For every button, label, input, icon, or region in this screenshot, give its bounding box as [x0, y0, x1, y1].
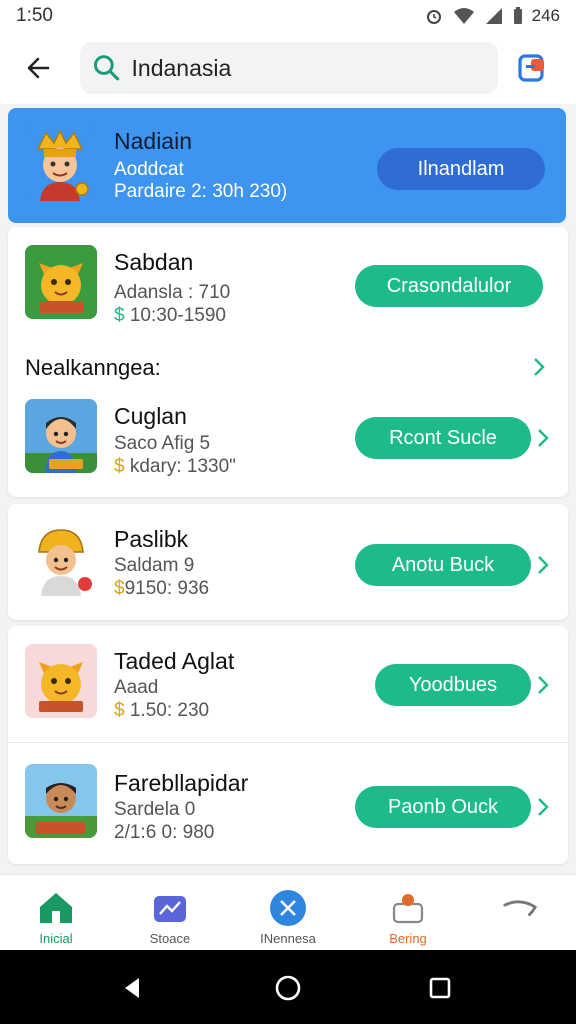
nav-center[interactable]: INennesa: [238, 875, 338, 951]
boy-avatar-icon: [25, 764, 97, 838]
featured-game-thumbnail: [24, 127, 96, 201]
chevron-right-icon[interactable]: [536, 675, 550, 695]
system-home-button[interactable]: [268, 968, 308, 1008]
helmet-kid-avatar-icon: [38, 529, 92, 596]
game-title: Paslibk: [114, 526, 189, 552]
chevron-right-icon[interactable]: [536, 555, 550, 575]
cat-avatar-icon: [25, 644, 97, 718]
chevron-right-icon[interactable]: [536, 797, 550, 817]
nav-bering-label: Bering: [389, 931, 427, 946]
profile-app-button[interactable]: [514, 50, 550, 86]
game-thumbnail: [25, 522, 97, 596]
nav-store-label: Stoace: [149, 931, 191, 946]
game-subtitle: Sardela 0: [114, 799, 196, 820]
game-details-text: kdary: 1330": [129, 456, 236, 477]
circle-home-icon: [275, 975, 301, 1001]
status-bar: 1:50 246: [0, 0, 576, 32]
featured-subtitle: Aoddcat: [114, 159, 184, 180]
status-icons: 246: [424, 6, 560, 26]
games-card-3: Taded Aglat Aaad $ 1.50: 230 Yoodbues Fa…: [8, 626, 568, 864]
status-time: 1:50: [16, 5, 53, 26]
game-details-text: 9150: 936: [124, 578, 210, 599]
nav-store[interactable]: Stoace: [120, 875, 220, 951]
currency-symbol: $: [114, 578, 125, 599]
square-recents-icon: [429, 977, 451, 999]
game-title: Cuglan: [114, 403, 187, 429]
game-details: 2/1:6 0: 980: [114, 822, 215, 843]
boy-avatar-icon: [25, 399, 97, 473]
featured-details: Pardaire 2: 30h 230): [114, 181, 288, 202]
game-thumbnail: [25, 245, 97, 319]
game-action-button[interactable]: Yoodbues: [375, 664, 531, 706]
game-thumbnail: [25, 399, 97, 473]
signal-icon: [485, 8, 502, 24]
game-list: Nadiain Aoddcat Pardaire 2: 30h 230) Iln…: [0, 104, 576, 874]
search-input[interactable]: [131, 54, 486, 82]
nav-home[interactable]: Inicial: [6, 875, 106, 951]
back-arrow-icon: [27, 57, 50, 79]
featured-action-button[interactable]: Ilnandlam: [377, 148, 545, 190]
game-subtitle: Aaad: [114, 677, 159, 698]
chart-card-icon: [151, 889, 189, 927]
game-thumbnail: [25, 764, 97, 838]
status-right-text: 246: [531, 6, 560, 25]
home-icon: [37, 889, 75, 927]
cat-avatar-icon: [25, 245, 97, 319]
alarm-icon: [426, 10, 441, 24]
game-details: $ 10:30-1590: [114, 305, 226, 327]
search-box[interactable]: [80, 42, 498, 94]
currency-symbol: $: [114, 305, 125, 326]
game-thumbnail: [25, 644, 97, 718]
nav-center-label: INennesa: [260, 931, 316, 946]
section-title: Nealkanngea:: [25, 355, 161, 380]
chevron-right-icon[interactable]: [532, 357, 546, 377]
nav-home-label: Inicial: [39, 931, 73, 946]
wifi-icon: [453, 8, 474, 24]
game-subtitle: Saldam 9: [114, 555, 195, 576]
row-divider: [8, 742, 568, 743]
curve-icon: [501, 889, 539, 927]
system-navigation-bar: [0, 950, 576, 1024]
compass-icon: [269, 889, 307, 927]
back-button[interactable]: [14, 44, 62, 92]
game-title: Sabdan: [114, 249, 194, 275]
game-subtitle: Adansla : 710: [114, 282, 231, 303]
currency-symbol: $: [114, 456, 125, 477]
search-icon: [93, 55, 120, 81]
game-title: Taded Aglat: [114, 648, 235, 674]
featured-card[interactable]: Nadiain Aoddcat Pardaire 2: 30h 230) Iln…: [8, 108, 566, 223]
game-action-button[interactable]: Crasondalulor: [355, 265, 543, 307]
chevron-right-icon[interactable]: [536, 428, 550, 448]
game-details: $9150: 936: [114, 578, 209, 600]
games-card-1: Sabdan Adansla : 710 $ 10:30-1590 Crason…: [8, 227, 568, 497]
nav-more[interactable]: [470, 875, 570, 951]
nav-bering[interactable]: Bering: [358, 875, 458, 951]
game-action-button[interactable]: Rcont Sucle: [355, 417, 531, 459]
system-back-button[interactable]: [112, 968, 152, 1008]
system-recents-button[interactable]: [420, 968, 460, 1008]
game-details-text: 10:30-1590: [129, 305, 227, 326]
games-card-2: Paslibk Saldam 9 $9150: 936 Anotu Buck: [8, 504, 568, 620]
game-details: $ kdary: 1330": [114, 456, 236, 478]
hero-avatar-icon: [36, 129, 89, 201]
brand-app-icon: [518, 54, 544, 82]
top-app-bar: [0, 32, 576, 104]
triangle-back-icon: [125, 978, 139, 998]
featured-title: Nadiain: [114, 128, 192, 154]
bottom-navigation: Inicial Stoace INennesa Bering: [0, 874, 576, 950]
game-details: $ 1.50: 230: [114, 700, 209, 722]
game-action-button[interactable]: Anotu Buck: [355, 544, 531, 586]
battery-icon: [513, 7, 522, 24]
currency-symbol: $: [114, 700, 125, 721]
game-subtitle: Saco Afig 5: [114, 433, 211, 454]
game-details-text: 1.50: 230: [129, 700, 210, 721]
gift-icon: [389, 889, 427, 927]
game-action-button[interactable]: Paonb Ouck: [355, 786, 531, 828]
game-title: Farebllapidar: [114, 770, 249, 796]
